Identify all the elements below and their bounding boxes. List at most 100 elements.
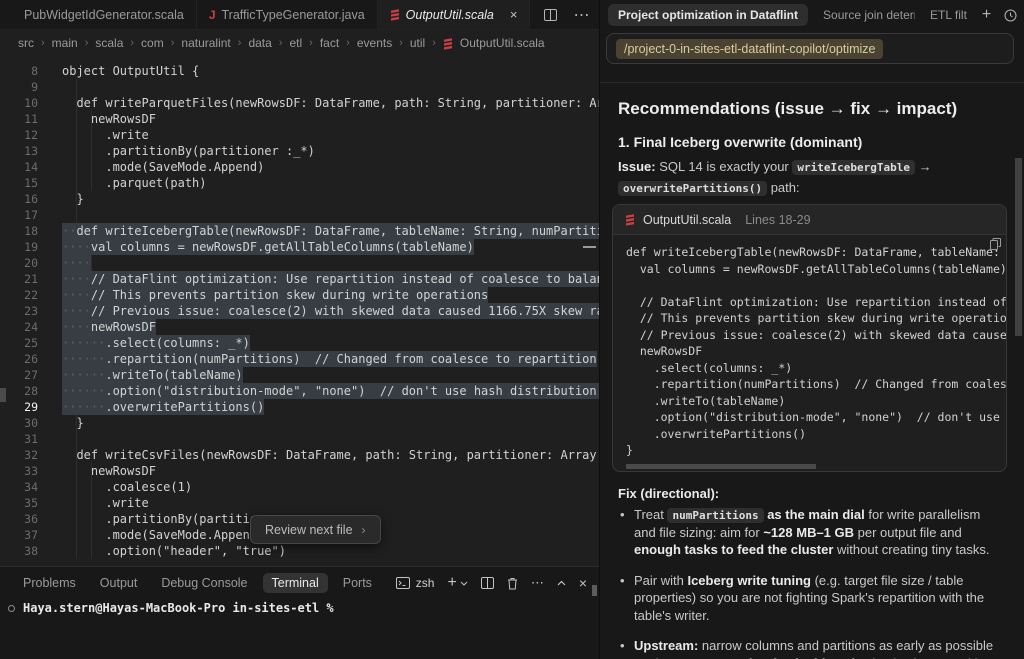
code-line[interactable]: 38 .option("header", "true") [0, 543, 599, 559]
code-line[interactable]: 14 .mode(SaveMode.Append) [0, 159, 599, 175]
whitespace-dots: ·· [62, 224, 76, 238]
breadcrumb-item[interactable]: naturalint [181, 36, 230, 50]
line-number: 9 [0, 79, 38, 95]
line-number: 21 [0, 271, 38, 287]
copy-code-icon[interactable] [990, 238, 1001, 250]
chevron-right-icon: › [85, 37, 89, 49]
fix-bullet-item: Upstream: narrow columns and partitions … [618, 637, 1004, 659]
code-line[interactable]: 13 .partitionBy(partitioner :_*) [0, 143, 599, 159]
close-icon[interactable]: × [510, 7, 518, 22]
panel-tab-ports[interactable]: Ports [334, 573, 381, 593]
line-number: 13 [0, 143, 38, 159]
code-line[interactable]: 27······.writeTo(tableName) [0, 367, 599, 383]
kill-terminal-icon[interactable] [507, 577, 518, 590]
code-line[interactable]: 12 .write [0, 127, 599, 143]
terminal-content[interactable]: Haya.stern@Hayas-MacBook-Pro in-sites-et… [8, 601, 334, 615]
breadcrumb-item[interactable]: fact [320, 36, 339, 50]
selection-end-marker [583, 246, 596, 248]
path-chip[interactable]: /project-0-in-sites-etl-dataflint-copilo… [616, 39, 883, 59]
code-line[interactable]: 9 [0, 79, 599, 95]
chat-input[interactable]: /project-0-in-sites-etl-dataflint-copilo… [606, 33, 1014, 64]
code-line[interactable]: 25······.select(columns: _*) [0, 335, 599, 351]
panel-tab-debug-console[interactable]: Debug Console [152, 573, 256, 593]
breadcrumb-item[interactable]: etl [289, 36, 302, 50]
line-number: 33 [0, 463, 38, 479]
code-text: .mode(SaveMode.Append) [62, 527, 264, 543]
new-chat-icon[interactable]: + [982, 6, 991, 24]
breadcrumb-item[interactable]: src [18, 36, 34, 50]
review-next-file-button[interactable]: Review next file › [250, 515, 381, 544]
line-number: 11 [0, 111, 38, 127]
close-panel-icon[interactable]: × [579, 575, 587, 591]
chat-scrollbar[interactable] [1015, 158, 1022, 336]
text-segment: Upstream: [634, 638, 698, 653]
code-line[interactable]: 29······.overwritePartitions() [0, 399, 599, 415]
code-card-hscrollbar[interactable] [626, 464, 816, 469]
code-line[interactable]: 20···· [0, 255, 599, 271]
breadcrumb-item[interactable]: events [357, 36, 392, 50]
editor-tab[interactable]: OutputUtil.scala× [378, 0, 531, 29]
panel-tab-problems[interactable]: Problems [14, 573, 85, 593]
breadcrumb-item[interactable]: data [248, 36, 271, 50]
code-line[interactable]: 22····// This prevents partition skew du… [0, 287, 599, 303]
text-segment: Issue: [618, 159, 656, 174]
terminal-scrollbar[interactable] [592, 585, 597, 596]
code-line[interactable]: 10 def writeParquetFiles(newRowsDF: Data… [0, 95, 599, 111]
code-line[interactable]: 16 } [0, 191, 599, 207]
scala-file-icon [390, 8, 400, 21]
code-line[interactable]: 17 [0, 207, 599, 223]
code-text: .partitionBy(partitior [62, 511, 264, 527]
code-text: object OutputUtil { [62, 63, 199, 79]
code-text: .coalesce(1) [62, 479, 192, 495]
code-text: def writeParquetFiles(newRowsDF: DataFra… [62, 95, 599, 111]
split-terminal-icon[interactable] [481, 577, 494, 589]
shell-session-item[interactable]: zsh [396, 576, 435, 590]
whitespace-dots: ······ [62, 352, 105, 366]
panel-tab-terminal[interactable]: Terminal [263, 573, 328, 593]
line-number: 14 [0, 159, 38, 175]
new-terminal-button[interactable]: + [447, 575, 467, 591]
code-line[interactable]: 35 .write [0, 495, 599, 511]
code-line[interactable]: 19····val columns = newRowsDF.getAllTabl… [0, 239, 599, 255]
history-icon[interactable] [1004, 9, 1017, 22]
code-line[interactable]: 21····// DataFlint optimization: Use rep… [0, 271, 599, 287]
code-line[interactable]: 8object OutputUtil { [0, 63, 599, 79]
code-reference-card[interactable]: OutputUtil.scala Lines 18-29 def writeIc… [612, 204, 1007, 472]
maximize-panel-icon[interactable] [557, 580, 566, 586]
panel-tab-output[interactable]: Output [91, 573, 147, 593]
code-text: } [62, 415, 84, 431]
code-line[interactable]: 24····newRowsDF [0, 319, 599, 335]
editor-more-icon[interactable]: ⋯ [573, 5, 589, 25]
code-editor[interactable]: 8object OutputUtil {910 def writeParquet… [0, 56, 599, 566]
code-line[interactable]: 15 .parquet(path) [0, 175, 599, 191]
whitespace-dots: ······ [62, 336, 105, 350]
text-segment: as the main dial [767, 507, 865, 522]
code-line[interactable]: 26······.repartition(numPartitions) // C… [0, 351, 599, 367]
code-line[interactable]: 34 .coalesce(1) [0, 479, 599, 495]
breadcrumb-item[interactable]: com [141, 36, 164, 50]
code-line[interactable]: 31 [0, 431, 599, 447]
code-line[interactable]: 23····// Previous issue: coalesce(2) wit… [0, 303, 599, 319]
code-line[interactable]: 32 def writeCsvFiles(newRowsDF: DataFram… [0, 447, 599, 463]
breadcrumb-item[interactable]: OutputUtil.scala [460, 36, 545, 50]
code-line[interactable]: 30 } [0, 415, 599, 431]
code-text: ····newRowsDF [62, 319, 156, 335]
editor-tab[interactable]: JTrafficTypeGenerator.java [197, 0, 378, 29]
breadcrumb-item[interactable]: main [52, 36, 78, 50]
code-text: .mode(SaveMode.Append) [62, 159, 264, 175]
code-line[interactable]: 33 newRowsDF [0, 463, 599, 479]
panel-more-icon[interactable]: ⋯ [531, 575, 544, 591]
code-card-header: OutputUtil.scala Lines 18-29 [613, 205, 1006, 235]
breadcrumb-item[interactable]: util [410, 36, 425, 50]
code-card-line: newRowsDF [626, 343, 1006, 360]
chat-tab[interactable]: ETL filt [930, 8, 967, 22]
code-line[interactable]: 18··def writeIcebergTable(newRowsDF: Dat… [0, 223, 599, 239]
code-line[interactable]: 11 newRowsDF [0, 111, 599, 127]
breadcrumb-item[interactable]: scala [95, 36, 123, 50]
split-editor-icon[interactable] [544, 9, 557, 21]
code-line[interactable]: 28······.option("distribution-mode", "no… [0, 383, 599, 399]
chat-tab[interactable]: Project optimization in Dataflint [608, 4, 808, 26]
line-number: 19 [0, 239, 38, 255]
editor-tab[interactable]: PubWidgetIdGenerator.scala [0, 0, 197, 29]
chat-tab[interactable]: Source join determ [823, 8, 915, 22]
